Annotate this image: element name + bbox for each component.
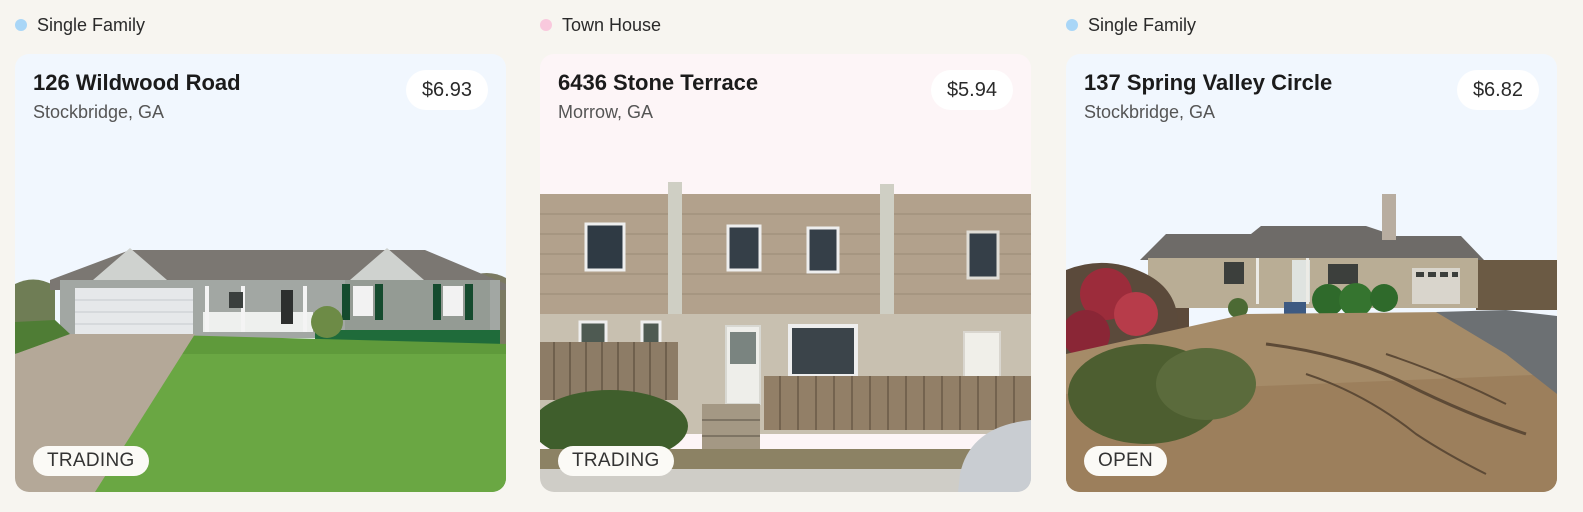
status-badge: TRADING — [558, 446, 674, 476]
category-text: Single Family — [37, 14, 146, 35]
listing-card[interactable]: 6436 Stone Terrace Morrow, GA $5.94 TRAD… — [540, 54, 1031, 492]
category-label: Town House — [540, 14, 661, 36]
listing-column: Single Family — [1066, 0, 1557, 512]
listing-card[interactable]: 137 Spring Valley Circle Stockbridge, GA… — [1066, 54, 1557, 492]
listing-location: Morrow, GA — [558, 102, 654, 122]
category-text: Town House — [562, 14, 662, 35]
price-badge: $6.82 — [1456, 70, 1539, 110]
category-dot-icon — [15, 19, 27, 31]
listing-title: 6436 Stone Terrace — [558, 70, 759, 95]
listing-title: 126 Wildwood Road — [33, 70, 241, 95]
category-dot-icon — [540, 19, 552, 31]
price-badge: $5.94 — [930, 70, 1013, 110]
listing-location: Stockbridge, GA — [1084, 102, 1216, 122]
listing-title: 137 Spring Valley Circle — [1084, 70, 1333, 95]
category-label: Single Family — [15, 14, 145, 36]
listing-column: Town House 6436 Stone Terrace Morrow, GA… — [540, 0, 1031, 512]
listing-location: Stockbridge, GA — [33, 102, 165, 122]
price-badge: $6.93 — [405, 70, 488, 110]
listing-column: Single Family — [15, 0, 506, 512]
listing-card[interactable]: 126 Wildwood Road Stockbridge, GA $6.93 … — [15, 54, 506, 492]
status-badge: OPEN — [1084, 446, 1168, 476]
category-label: Single Family — [1066, 14, 1196, 36]
category-text: Single Family — [1088, 14, 1197, 35]
category-dot-icon — [1066, 19, 1078, 31]
status-badge: TRADING — [33, 446, 149, 476]
listing-grid: Single Family 126 Wildwood Road Stockbri… — [0, 0, 1583, 512]
